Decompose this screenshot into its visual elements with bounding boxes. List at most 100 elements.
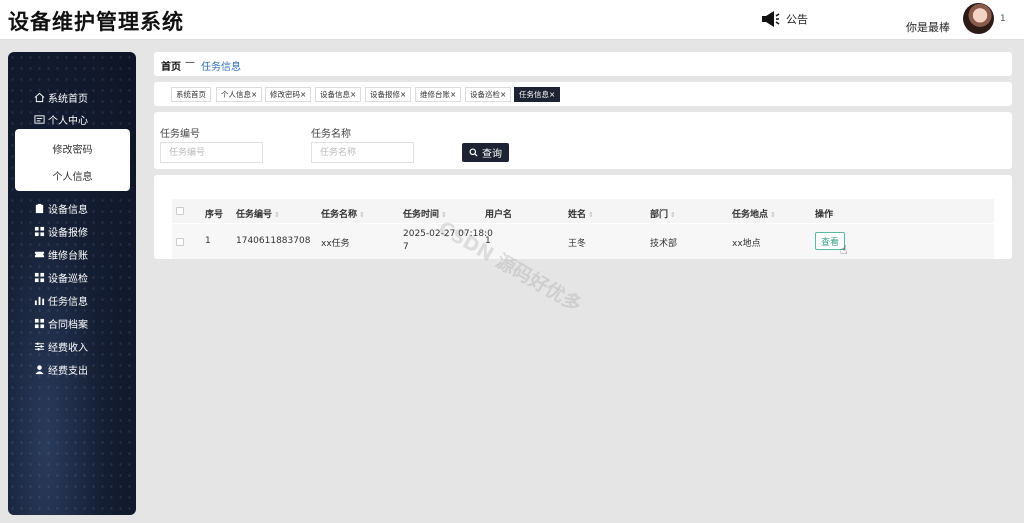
sidebar-item-device-info[interactable]: 设备信息 [34, 201, 88, 216]
sort-icon[interactable]: ⇕ [441, 211, 447, 219]
submenu-item-change-password[interactable]: 修改密码 [15, 141, 130, 156]
cell-task-time-line2: 7 [403, 242, 409, 252]
notice-button[interactable]: 公告 [760, 10, 808, 28]
home-icon [34, 92, 45, 103]
sort-icon[interactable]: ⇕ [588, 211, 594, 219]
table-row: 1 1740611883708 xx任务 2025-02-27 07:18:0 … [172, 224, 994, 259]
mouse-pointer-icon: ☝ [840, 243, 848, 257]
search-icon [469, 148, 478, 157]
sidebar-item-label: 任务信息 [48, 297, 88, 308]
tab-device-info[interactable]: 设备信息× [315, 87, 362, 102]
tab-close-icon[interactable]: × [450, 90, 456, 99]
sort-icon[interactable]: ⇕ [274, 211, 280, 219]
sidebar-item-personal-center[interactable]: 个人中心 [34, 112, 88, 127]
cell-location: xx地点 [732, 239, 761, 249]
tab-label: 维修台账 [420, 90, 450, 99]
sidebar-item-home[interactable]: 系统首页 [34, 90, 88, 105]
column-header-task-time[interactable]: 任务时间 ⇕ [403, 207, 447, 220]
sidebar-item-label: 维修台账 [48, 251, 88, 262]
sidebar-item-device-repair[interactable]: 设备报修 [34, 224, 88, 239]
tab-label: 系统首页 [176, 90, 206, 99]
avatar-badge: 1 [1000, 14, 1006, 24]
tab-task-info[interactable]: 任务信息× [514, 87, 561, 102]
cell-task-no: 1740611883708 [236, 236, 311, 246]
column-header-label: 任务地点 [732, 210, 769, 220]
avatar[interactable] [963, 3, 994, 34]
cell-task-name: xx任务 [321, 239, 350, 249]
breadcrumb-home[interactable]: 首页 [161, 58, 181, 73]
column-header-task-no[interactable]: 任务编号 ⇕ [236, 207, 280, 220]
sidebar-item-device-inspection[interactable]: 设备巡检 [34, 270, 88, 285]
cell-department: 技术部 [650, 239, 678, 249]
tab-change-password[interactable]: 修改密码× [265, 87, 312, 102]
user-icon [35, 365, 44, 375]
tab-personal-info[interactable]: 个人信息× [216, 87, 263, 102]
sidebar-item-label: 系统首页 [48, 94, 88, 105]
search-panel: 任务编号 任务名称 查询 [154, 112, 1012, 169]
sort-icon[interactable]: ⇕ [359, 211, 365, 219]
sort-icon[interactable]: ⇕ [670, 211, 676, 219]
query-button-label: 查询 [482, 149, 502, 160]
column-header-index: 序号 [205, 210, 224, 220]
sliders-icon [34, 342, 45, 351]
column-header-label: 任务编号 [236, 210, 273, 220]
notice-label: 公告 [786, 13, 808, 26]
cell-index: 1 [205, 236, 211, 246]
megaphone-icon [762, 11, 780, 27]
select-all-checkbox[interactable] [176, 207, 184, 215]
username[interactable]: 你是最棒 [906, 19, 950, 35]
sidebar-item-task-info[interactable]: 任务信息 [34, 293, 88, 308]
task-name-input[interactable] [311, 142, 414, 163]
breadcrumb-separator: — [185, 57, 195, 68]
clipboard-icon [35, 203, 44, 214]
sidebar-item-funds-expense[interactable]: 经费支出 [34, 362, 88, 377]
column-header-department[interactable]: 部门 ⇕ [650, 207, 676, 220]
cell-username: 1 [485, 236, 491, 246]
sidebar-item-label: 设备信息 [48, 205, 88, 216]
column-header-label: 任务时间 [403, 210, 440, 220]
breadcrumb: 首页 — 任务信息 [154, 52, 1012, 76]
sidebar-item-label: 设备报修 [48, 228, 88, 239]
column-header-username: 用户名 [485, 210, 513, 220]
sidebar-item-label: 设备巡检 [48, 274, 88, 285]
task-no-label: 任务编号 [160, 129, 200, 140]
sort-icon[interactable]: ⇕ [770, 211, 776, 219]
tab-close-icon[interactable]: × [350, 90, 356, 99]
top-header: 设备维护管理系统 公告 你是最棒 1 [0, 0, 1024, 40]
sidebar-item-label: 经费收入 [48, 343, 88, 354]
sidebar-item-repair-ledger[interactable]: 维修台账 [34, 247, 88, 262]
column-header-label: 部门 [650, 210, 669, 220]
sidebar-item-label: 个人中心 [48, 116, 88, 127]
sidebar-item-contract-archive[interactable]: 合同档案 [34, 316, 88, 331]
tab-label: 设备报修 [370, 90, 400, 99]
task-table: 序号 任务编号 ⇕ 任务名称 ⇕ 任务时间 ⇕ 用户名 姓名 ⇕ 部门 ⇕ 任务地点 ⇕ 操… [154, 175, 1012, 259]
sidebar-item-label: 合同档案 [48, 320, 88, 331]
sidebar-item-label: 经费支出 [48, 366, 88, 377]
cell-name: 王冬 [568, 239, 587, 249]
tab-close-icon[interactable]: × [300, 90, 306, 99]
column-header-task-name[interactable]: 任务名称 ⇕ [321, 207, 365, 220]
grid-icon [34, 272, 45, 283]
tab-close-icon[interactable]: × [251, 90, 257, 99]
breadcrumb-current: 任务信息 [201, 62, 241, 73]
row-checkbox[interactable] [176, 238, 184, 246]
tab-repair-ledger[interactable]: 维修台账× [415, 87, 462, 102]
submenu-item-personal-info[interactable]: 个人信息 [15, 168, 130, 183]
table-header: 序号 任务编号 ⇕ 任务名称 ⇕ 任务时间 ⇕ 用户名 姓名 ⇕ 部门 ⇕ 任务地点 ⇕ 操… [172, 199, 994, 223]
task-name-label: 任务名称 [311, 129, 351, 140]
tab-device-inspection[interactable]: 设备巡检× [465, 87, 512, 102]
query-button[interactable]: 查询 [462, 143, 509, 162]
tab-system-home[interactable]: 系统首页 [171, 87, 211, 102]
tab-bar: 系统首页 个人信息× 修改密码× 设备信息× 设备报修× 维修台账× 设备巡检×… [154, 82, 1012, 106]
sidebar-item-funds-income[interactable]: 经费收入 [34, 339, 88, 354]
task-no-input[interactable] [160, 142, 263, 163]
tab-close-icon[interactable]: × [500, 90, 506, 99]
column-header-name[interactable]: 姓名 ⇕ [568, 207, 594, 220]
tab-close-icon[interactable]: × [400, 90, 406, 99]
column-header-location[interactable]: 任务地点 ⇕ [732, 207, 776, 220]
cell-task-time-line1: 2025-02-27 07:18:0 [403, 229, 493, 239]
grid-icon [34, 226, 45, 237]
tab-close-icon[interactable]: × [549, 90, 555, 99]
tab-device-repair[interactable]: 设备报修× [365, 87, 412, 102]
personal-center-submenu: 修改密码 个人信息 [15, 129, 130, 191]
